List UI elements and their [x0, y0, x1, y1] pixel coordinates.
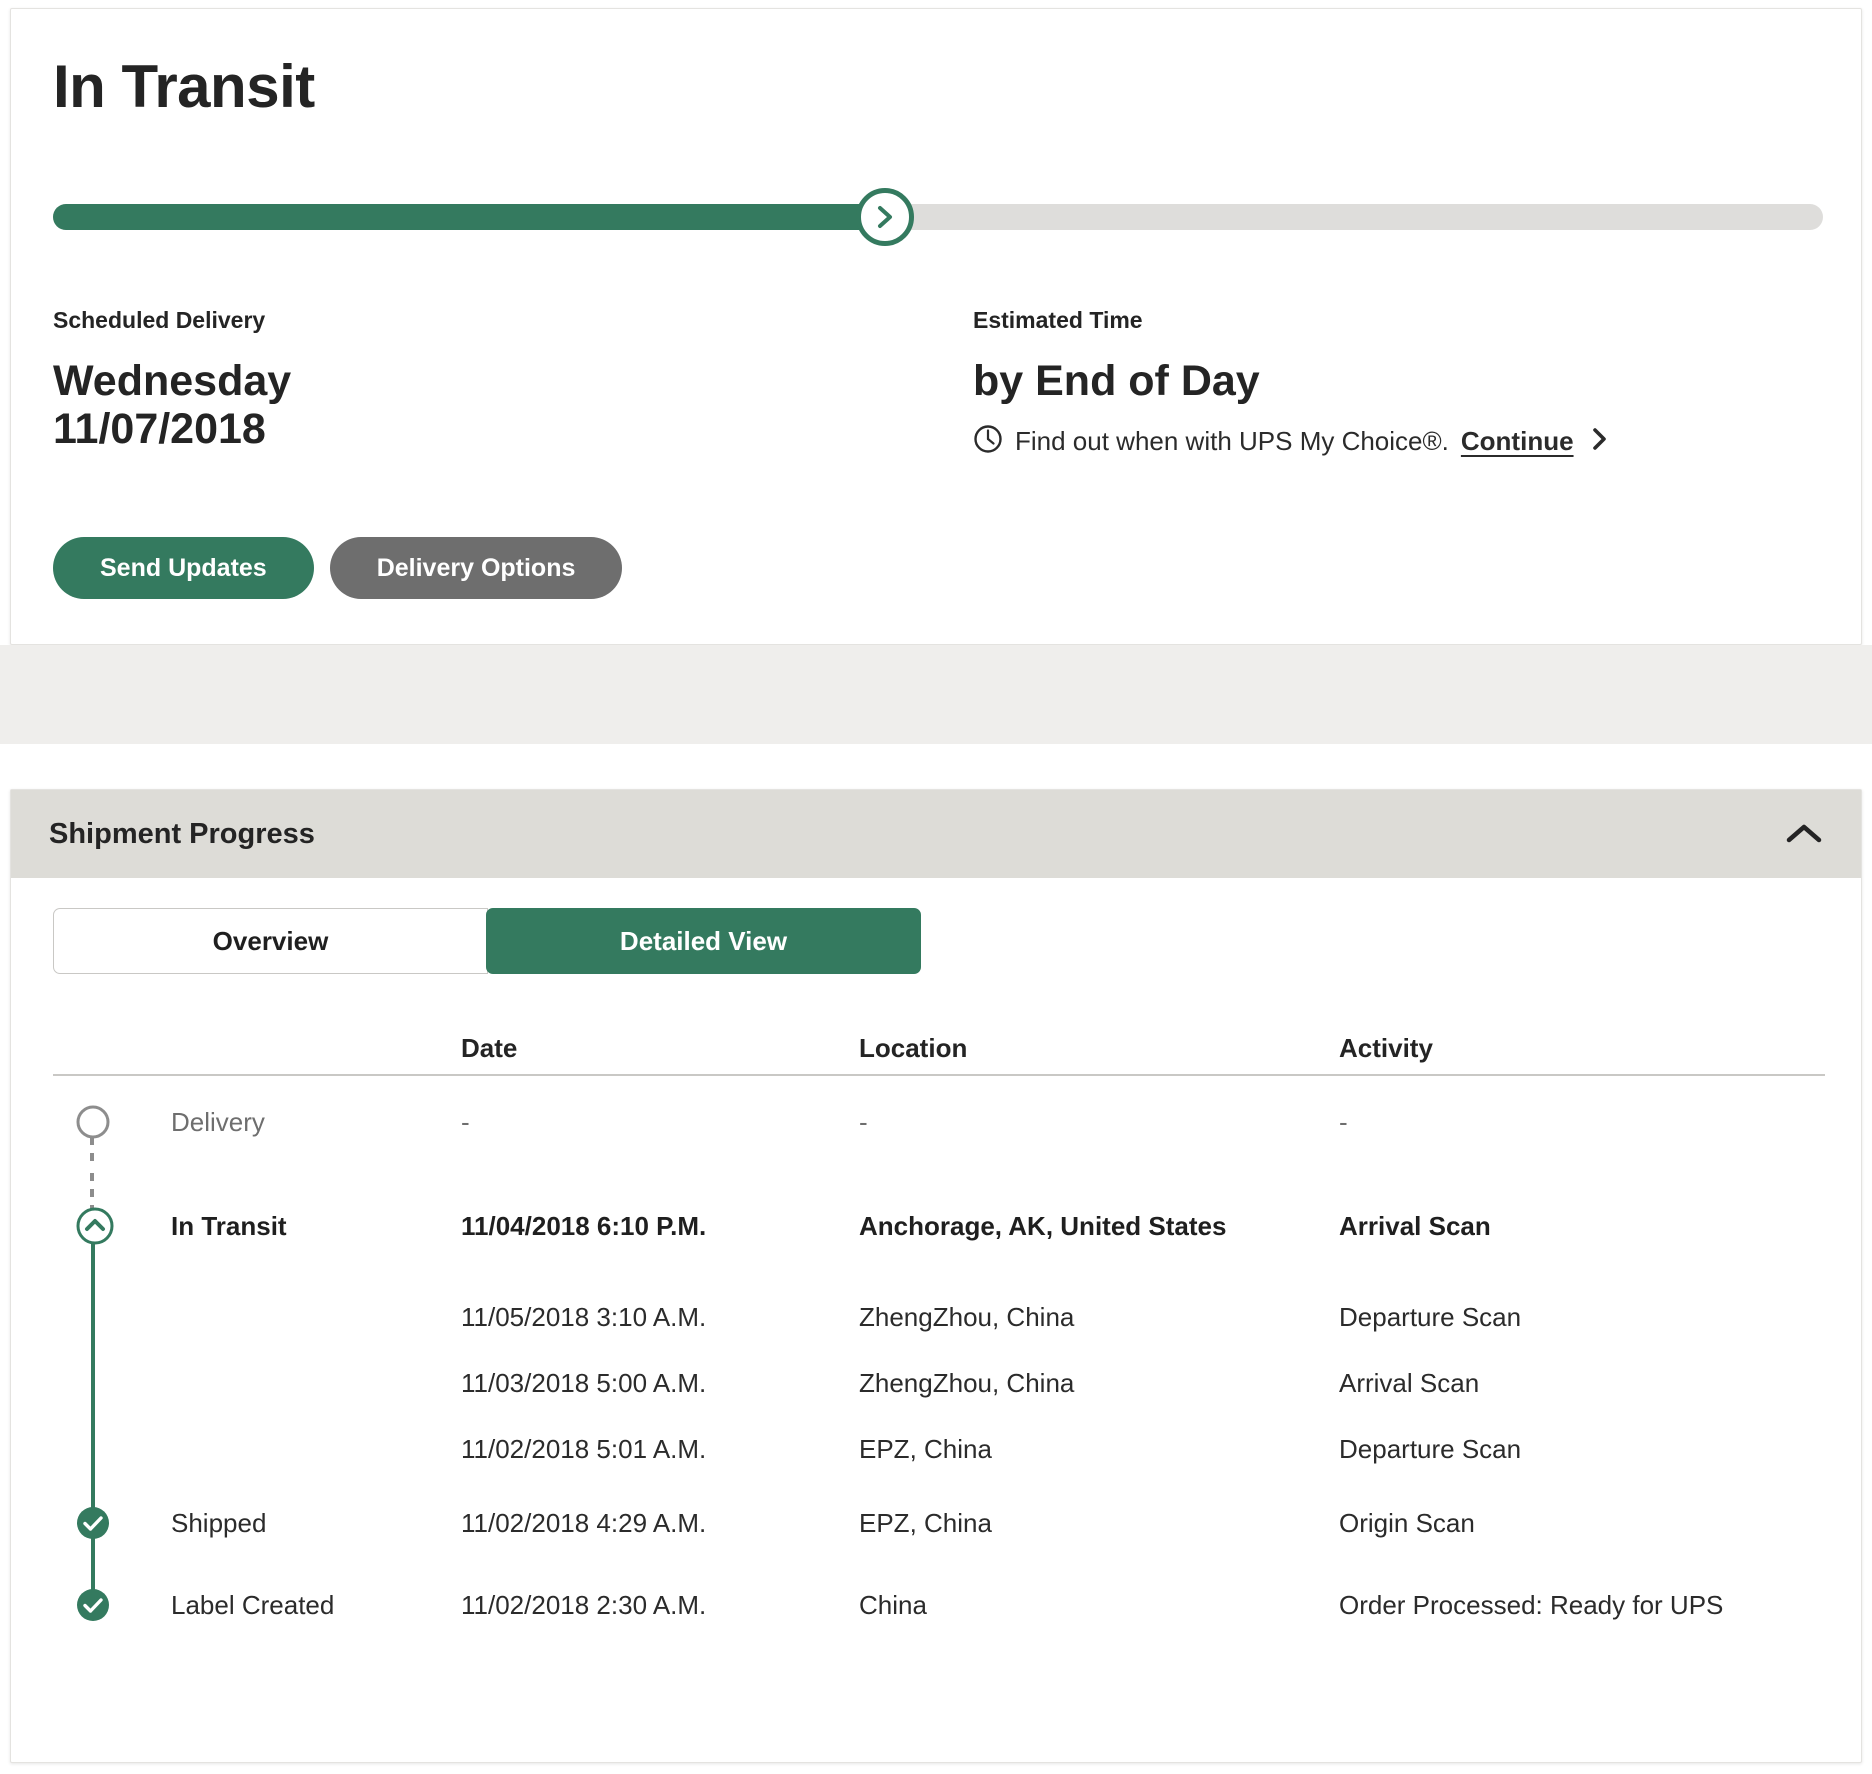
row-activity: Arrival Scan [1339, 1210, 1825, 1243]
send-updates-button[interactable]: Send Updates [53, 537, 314, 599]
table-header-activity: Activity [1339, 1033, 1825, 1074]
table-row: Label Created11/02/2018 2:30 A.M.ChinaOr… [53, 1564, 1825, 1646]
check-circle-icon [75, 1587, 111, 1623]
timeline-connector-solid [91, 1350, 95, 1416]
chevron-up-circle-icon[interactable] [75, 1206, 115, 1246]
timeline-node-cell [53, 1350, 171, 1416]
table-header-location: Location [859, 1033, 1339, 1074]
row-stage: Shipped [171, 1507, 461, 1540]
clock-icon [973, 424, 1003, 459]
row-stage: Delivery [171, 1106, 461, 1139]
chevron-right-icon[interactable] [1590, 425, 1610, 458]
scheduled-delivery-date: 11/07/2018 [53, 405, 291, 454]
scheduled-delivery-block: Scheduled Delivery Wednesday 11/07/2018 [53, 307, 291, 454]
table-row: Delivery--- [53, 1076, 1825, 1168]
continue-link[interactable]: Continue [1461, 426, 1574, 457]
shipment-progress-card: Shipment Progress Overview Detailed View… [10, 789, 1862, 1763]
row-location: ZhengZhou, China [859, 1301, 1339, 1334]
section-divider-band [0, 645, 1872, 744]
shipment-activity-table: Date Location Activity Delivery---In Tra… [53, 1018, 1825, 1646]
table-header-row: Date Location Activity [53, 1018, 1825, 1076]
table-row: 11/03/2018 5:00 A.M.ZhengZhou, ChinaArri… [53, 1350, 1825, 1416]
table-row: Shipped11/02/2018 4:29 A.M.EPZ, ChinaOri… [53, 1482, 1825, 1564]
timeline-connector-solid [91, 1416, 95, 1482]
tab-detailed-view[interactable]: Detailed View [486, 908, 921, 974]
row-location: ZhengZhou, China [859, 1367, 1339, 1400]
shipment-progress-title: Shipment Progress [49, 818, 315, 851]
timeline-node-cell [53, 1284, 171, 1350]
scheduled-delivery-value: Wednesday 11/07/2018 [53, 357, 291, 454]
shipment-progress-header[interactable]: Shipment Progress [11, 790, 1861, 878]
row-date: 11/02/2018 2:30 A.M. [461, 1589, 859, 1622]
chevron-right-icon [874, 204, 896, 230]
delivery-status-card: In Transit Scheduled Delivery Wednesday … [10, 8, 1862, 645]
timeline-node-cell [53, 1482, 171, 1564]
table-body: Delivery---In Transit11/04/2018 6:10 P.M… [53, 1076, 1825, 1646]
row-activity: Arrival Scan [1339, 1367, 1825, 1400]
timeline-node-cell [53, 1564, 171, 1646]
row-date: 11/03/2018 5:00 A.M. [461, 1367, 859, 1400]
estimated-time-label: Estimated Time [973, 307, 1260, 335]
page-title: In Transit [53, 57, 315, 117]
progress-fill [53, 204, 885, 230]
row-location: EPZ, China [859, 1433, 1339, 1466]
table-row: 11/02/2018 5:01 A.M.EPZ, ChinaDeparture … [53, 1416, 1825, 1482]
delivery-options-button[interactable]: Delivery Options [330, 537, 623, 599]
row-date: 11/02/2018 5:01 A.M. [461, 1433, 859, 1466]
row-activity: Departure Scan [1339, 1301, 1825, 1334]
estimated-time-value: by End of Day [973, 357, 1260, 406]
view-tabs: Overview Detailed View [53, 908, 921, 974]
tab-overview[interactable]: Overview [53, 908, 488, 974]
table-row: 11/05/2018 3:10 A.M.ZhengZhou, ChinaDepa… [53, 1284, 1825, 1350]
check-circle-icon [75, 1505, 111, 1541]
row-location: Anchorage, AK, United States [859, 1210, 1339, 1243]
action-button-row: Send Updates Delivery Options [53, 537, 622, 599]
row-activity: Order Processed: Ready for UPS [1339, 1589, 1825, 1622]
progress-knob[interactable] [856, 188, 914, 246]
row-date: 11/02/2018 4:29 A.M. [461, 1507, 859, 1540]
chevron-up-icon[interactable] [1781, 811, 1827, 857]
row-location: EPZ, China [859, 1507, 1339, 1540]
row-location: - [859, 1106, 1339, 1139]
timeline-node-cell [53, 1076, 171, 1168]
scheduled-delivery-label: Scheduled Delivery [53, 307, 291, 335]
row-activity: Origin Scan [1339, 1507, 1825, 1540]
timeline-connector-solid [91, 1284, 95, 1350]
table-header-stage [171, 1064, 461, 1074]
scheduled-delivery-day: Wednesday [53, 357, 291, 405]
row-activity: Departure Scan [1339, 1433, 1825, 1466]
table-header-date: Date [461, 1033, 859, 1074]
row-location: China [859, 1589, 1339, 1622]
row-date: 11/04/2018 6:10 P.M. [461, 1210, 859, 1243]
ups-my-choice-promo: Find out when with UPS My Choice®. Conti… [973, 424, 1610, 459]
row-stage: In Transit [171, 1210, 461, 1243]
timeline-node-cell [53, 1168, 171, 1284]
table-row: In Transit11/04/2018 6:10 P.M.Anchorage,… [53, 1168, 1825, 1284]
my-choice-text: Find out when with UPS My Choice®. [1015, 426, 1449, 457]
estimated-time-block: Estimated Time by End of Day [973, 307, 1260, 405]
timeline-node-cell [53, 1416, 171, 1482]
row-activity: - [1339, 1106, 1825, 1139]
row-date: 11/05/2018 3:10 A.M. [461, 1301, 859, 1334]
row-stage: Label Created [171, 1589, 461, 1622]
open-circle-icon [75, 1104, 111, 1140]
shipment-progress-bar [53, 204, 1823, 230]
row-date: - [461, 1106, 859, 1139]
